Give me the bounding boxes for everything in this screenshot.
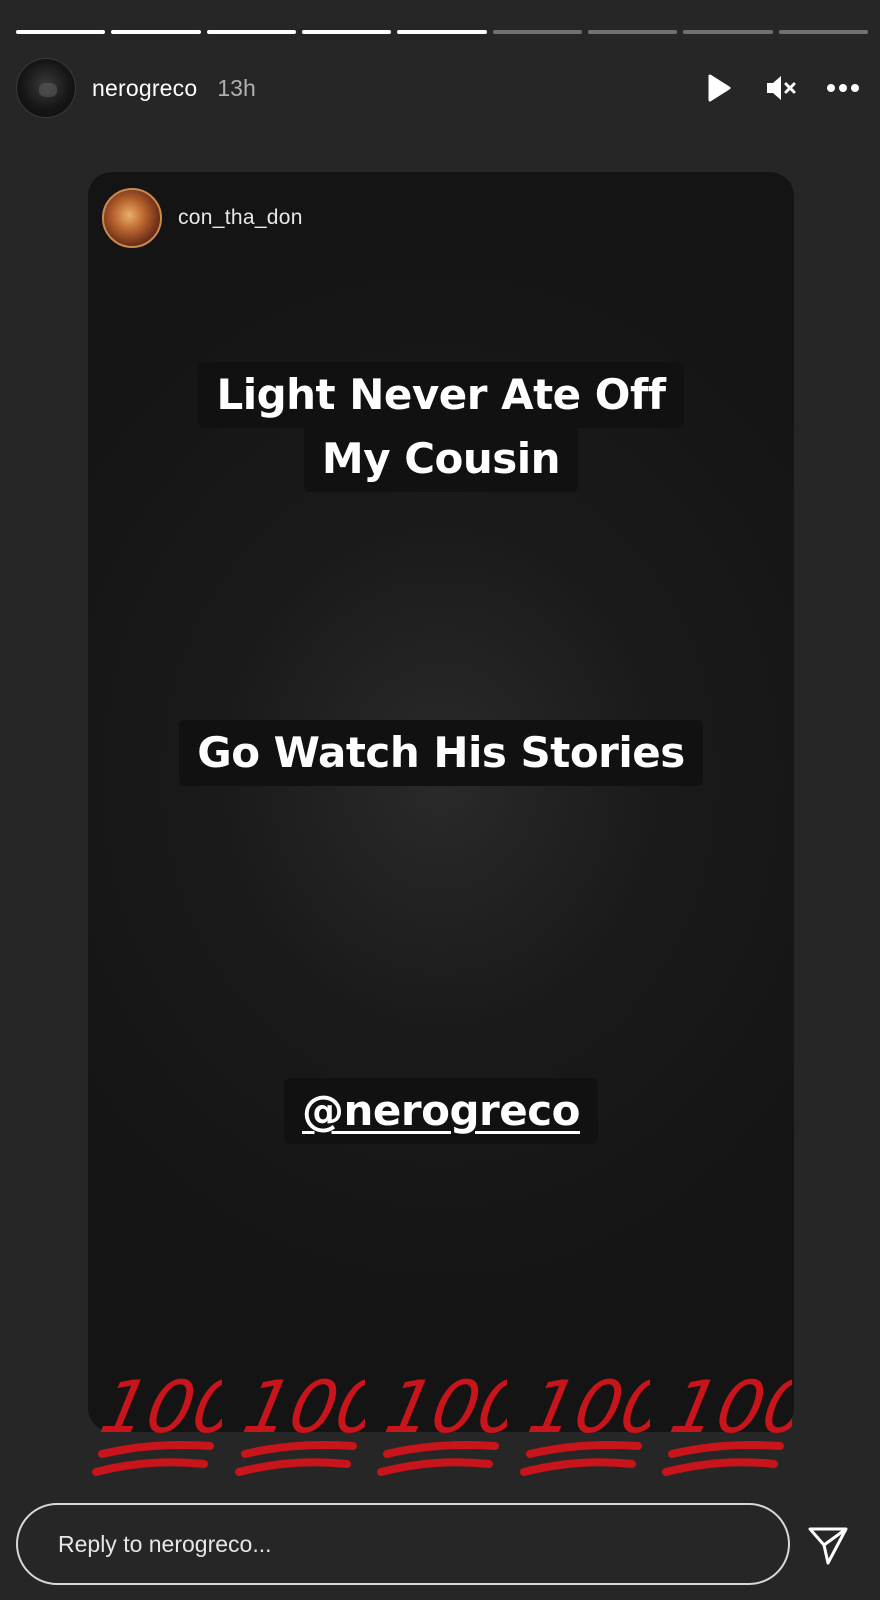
story-viewer: nerogreco 13h con_tha_don Light Never At… — [0, 0, 880, 1600]
progress-segment — [16, 30, 106, 34]
hundred-sticker: 100 — [519, 1366, 650, 1476]
caption-block-2: Go Watch His Stories — [88, 720, 794, 786]
story-controls — [702, 71, 860, 105]
caption-line: Light Never Ate Off — [198, 362, 684, 428]
mention-text[interactable]: @nerogreco — [284, 1078, 598, 1144]
shared-post-header: con_tha_don — [102, 188, 303, 248]
hundred-sticker-text: 100 — [521, 1366, 650, 1450]
shared-post-avatar[interactable] — [102, 188, 162, 248]
story-username[interactable]: nerogreco — [92, 75, 197, 102]
play-icon — [708, 74, 731, 102]
hundred-sticker-text: 100 — [236, 1366, 365, 1450]
reply-field[interactable] — [16, 1503, 790, 1585]
play-button[interactable] — [702, 71, 736, 105]
hundred-sticker: 100 — [92, 1366, 222, 1476]
story-header: nerogreco 13h — [16, 58, 860, 118]
hundred-underline — [92, 1458, 208, 1476]
story-timestamp: 13h — [217, 74, 256, 101]
send-icon — [808, 1527, 848, 1565]
hundred-sticker-text: 100 — [378, 1366, 507, 1450]
avatar[interactable] — [16, 58, 76, 118]
progress-segment — [397, 30, 487, 34]
story-progress-bar — [16, 30, 868, 34]
send-button[interactable] — [806, 1523, 850, 1567]
hundred-sticker: 100 — [662, 1366, 792, 1476]
progress-segment — [111, 30, 201, 34]
hundred-sticker-text: 100 — [93, 1366, 222, 1450]
progress-segment — [206, 30, 296, 34]
mute-button[interactable] — [764, 71, 798, 105]
progress-segment — [492, 30, 582, 34]
mute-icon — [767, 76, 796, 100]
hundred-underline — [519, 1458, 636, 1476]
hundred-sticker: 100 — [377, 1366, 507, 1476]
progress-segment — [587, 30, 678, 34]
hundred-sticker: 100 — [234, 1366, 365, 1476]
hundred-underline — [662, 1458, 778, 1476]
hundred-sticker-row: 100 100 100 100 100 — [92, 1362, 792, 1482]
hundred-underline — [234, 1458, 351, 1476]
hundred-underline — [377, 1458, 493, 1476]
mention-sticker[interactable]: @nerogreco — [88, 1078, 794, 1144]
progress-segment — [301, 30, 392, 34]
hundred-sticker-text: 100 — [663, 1366, 792, 1450]
reply-input[interactable] — [56, 1529, 740, 1559]
progress-segment — [778, 30, 868, 34]
more-icon — [827, 84, 859, 92]
caption-line: Go Watch His Stories — [179, 720, 703, 786]
shared-post-card[interactable]: con_tha_don Light Never Ate Off My Cousi… — [88, 172, 794, 1432]
shared-post-username[interactable]: con_tha_don — [178, 206, 303, 230]
caption-line: My Cousin — [303, 426, 579, 492]
progress-segment — [683, 30, 773, 34]
caption-block-1: Light Never Ate Off My Cousin — [88, 362, 794, 492]
more-options-button[interactable] — [826, 71, 860, 105]
